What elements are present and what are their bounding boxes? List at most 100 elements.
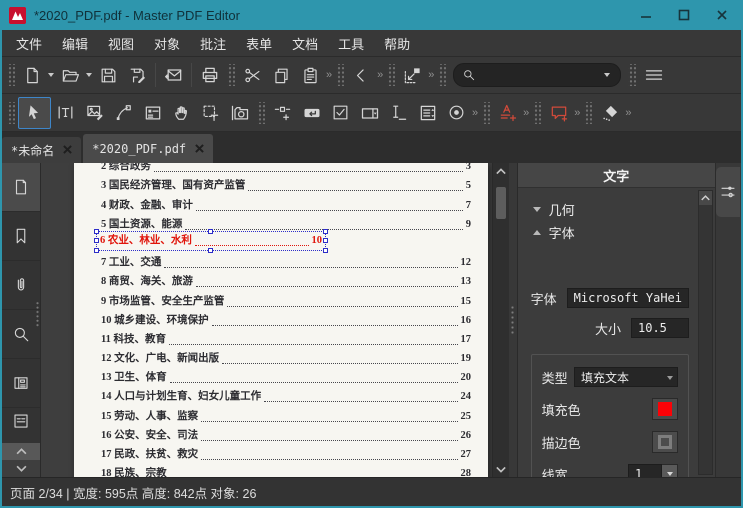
overflow-indicator[interactable]	[574, 107, 580, 119]
add-radio-button-button[interactable]	[442, 99, 471, 127]
open-file-button[interactable]	[56, 61, 85, 89]
add-checkbox-button[interactable]	[326, 99, 355, 127]
line-width-dropdown-button[interactable]	[662, 464, 678, 477]
toc-row[interactable]: 18 民族、宗教28	[74, 463, 488, 477]
menu-forms[interactable]: 表单	[236, 34, 282, 53]
toolbar-grip[interactable]	[227, 64, 235, 86]
vertical-scrollbar[interactable]	[492, 163, 509, 477]
sidebar-form-fields[interactable]	[2, 359, 40, 408]
toc-row[interactable]: 7 工业、交通12	[74, 252, 488, 271]
new-document-dropdown-caret[interactable]	[48, 73, 54, 77]
search-input[interactable]	[476, 67, 603, 83]
paste-button[interactable]	[296, 61, 325, 89]
save-button[interactable]	[94, 61, 123, 89]
overflow-indicator[interactable]	[523, 107, 529, 119]
toolbar-grip[interactable]	[387, 64, 395, 86]
selection-handle[interactable]	[94, 238, 99, 243]
print-button[interactable]	[195, 61, 224, 89]
main-menu-button[interactable]	[639, 61, 668, 89]
search-box[interactable]	[453, 63, 621, 87]
sidebar-page-thumbnails[interactable]	[2, 163, 40, 212]
font-name-field[interactable]: Microsoft YaHei	[567, 288, 689, 308]
edit-path-button[interactable]	[109, 99, 138, 127]
menu-tools[interactable]: 工具	[328, 34, 374, 53]
toc-row[interactable]: 5 国土资源、能源9	[74, 214, 488, 233]
toc-row[interactable]: 13 卫生、体育20	[74, 367, 488, 386]
send-email-button[interactable]	[159, 61, 188, 89]
toolbar-grip[interactable]	[257, 102, 265, 124]
select-tool-button[interactable]	[18, 97, 51, 129]
copy-button[interactable]	[267, 61, 296, 89]
toolbar-grip[interactable]	[7, 102, 15, 124]
scroll-up-button[interactable]	[493, 163, 509, 179]
menu-annotation[interactable]: 批注	[190, 34, 236, 53]
add-text-annotation-button[interactable]	[493, 99, 522, 127]
toolbar-grip[interactable]	[482, 102, 490, 124]
selection-handle[interactable]	[208, 248, 213, 253]
annotation-marker-button[interactable]	[595, 99, 624, 127]
toc-row[interactable]: 2 综合政务3	[74, 163, 488, 175]
close-button[interactable]	[703, 0, 741, 30]
menu-edit[interactable]: 编辑	[52, 34, 98, 53]
type-select[interactable]: 填充文本	[574, 367, 678, 387]
tab-close-icon[interactable]	[63, 143, 72, 157]
edit-image-button[interactable]	[80, 99, 109, 127]
section-geometry[interactable]: 几何	[531, 198, 689, 221]
scrollbar-thumb[interactable]	[496, 187, 506, 219]
sidebar-resize-grip[interactable]	[36, 301, 39, 327]
menu-object[interactable]: 对象	[144, 34, 190, 53]
tab-close-icon[interactable]	[195, 142, 204, 156]
toc-row[interactable]: 6 农业、林业、水利10	[74, 233, 488, 252]
menu-document[interactable]: 文档	[282, 34, 328, 53]
snapshot-button[interactable]	[225, 99, 254, 127]
toc-row[interactable]: 17 民政、扶贫、救灾27	[74, 444, 488, 463]
tab-2020-pdf[interactable]: *2020_PDF.pdf	[83, 134, 213, 163]
fit-selection-button[interactable]	[398, 61, 427, 89]
selection-handle[interactable]	[323, 238, 328, 243]
overflow-indicator[interactable]	[377, 69, 383, 81]
toc-row[interactable]: 12 文化、广电、新闻出版19	[74, 348, 488, 367]
maximize-button[interactable]	[665, 0, 703, 30]
minimize-button[interactable]	[627, 0, 665, 30]
toolbar-grip[interactable]	[438, 64, 446, 86]
line-width-field[interactable]: 1	[628, 464, 662, 477]
sidebar-scroll-down-button[interactable]	[2, 460, 40, 477]
edit-forms-button[interactable]	[138, 99, 167, 127]
new-document-button[interactable]	[18, 61, 47, 89]
add-comment-button[interactable]	[544, 99, 573, 127]
fill-color-swatch[interactable]	[652, 398, 678, 420]
stroke-color-swatch[interactable]	[652, 431, 678, 453]
overflow-indicator[interactable]	[428, 69, 434, 81]
toc-row[interactable]: 4 财政、金融、审计7	[74, 194, 488, 213]
document-viewport[interactable]: 2 综合政务33 国民经济管理、国有资产监管54 财政、金融、审计75 国土资源…	[41, 163, 492, 477]
menu-help[interactable]: 帮助	[374, 34, 420, 53]
panel-scroll-up-button[interactable]	[699, 191, 712, 205]
toolbar-grip[interactable]	[584, 102, 592, 124]
selected-text-object[interactable]: 6 农业、林业、水利10	[96, 231, 326, 251]
toc-row[interactable]: 15 劳动、人事、监察25	[74, 405, 488, 424]
selection-handle[interactable]	[94, 248, 99, 253]
toolbar-grip[interactable]	[7, 64, 15, 86]
save-as-button[interactable]	[123, 61, 152, 89]
add-button-button[interactable]	[297, 99, 326, 127]
toolbar-grip[interactable]	[628, 64, 636, 86]
open-file-dropdown-caret[interactable]	[86, 73, 92, 77]
font-size-field[interactable]: 10.5	[631, 318, 689, 338]
overflow-indicator[interactable]	[326, 69, 332, 81]
toc-row[interactable]: 10 城乡建设、环境保护16	[74, 310, 488, 329]
properties-tab-button[interactable]	[716, 167, 740, 217]
selection-handle[interactable]	[323, 248, 328, 253]
add-listbox-button[interactable]	[413, 99, 442, 127]
sidebar-bookmarks[interactable]	[2, 212, 40, 261]
selection-handle[interactable]	[208, 229, 213, 234]
section-font[interactable]: 字体	[531, 221, 689, 244]
toc-row[interactable]: 9 市场监管、安全生产监管15	[74, 290, 488, 309]
select-text-area-button[interactable]	[196, 99, 225, 127]
toc-row[interactable]: 3 国民经济管理、国有资产监管5	[74, 175, 488, 194]
toc-row[interactable]: 8 商贸、海关、旅游13	[74, 271, 488, 290]
selection-handle[interactable]	[323, 229, 328, 234]
hand-tool-button[interactable]	[167, 99, 196, 127]
add-text-field-button[interactable]	[384, 99, 413, 127]
cut-button[interactable]	[238, 61, 267, 89]
add-form-field-button[interactable]	[268, 99, 297, 127]
